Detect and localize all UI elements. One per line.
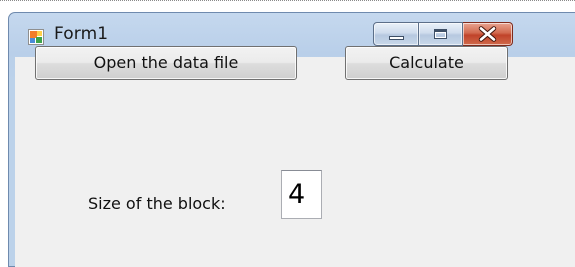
open-data-file-button[interactable]: Open the data file xyxy=(35,46,297,80)
dotted-separator xyxy=(0,0,575,2)
minimize-icon xyxy=(389,36,404,40)
minimize-button[interactable] xyxy=(373,22,419,46)
window-title: Form1 xyxy=(54,24,109,44)
app-icon xyxy=(28,29,44,45)
block-size-input[interactable] xyxy=(281,170,322,219)
maximize-icon xyxy=(434,29,447,39)
close-icon xyxy=(478,26,497,42)
maximize-button[interactable] xyxy=(419,22,463,46)
close-button[interactable] xyxy=(463,22,513,46)
calculate-button[interactable]: Calculate xyxy=(345,46,508,80)
form-client-area xyxy=(15,57,575,267)
block-size-label: Size of the block: xyxy=(88,194,226,213)
